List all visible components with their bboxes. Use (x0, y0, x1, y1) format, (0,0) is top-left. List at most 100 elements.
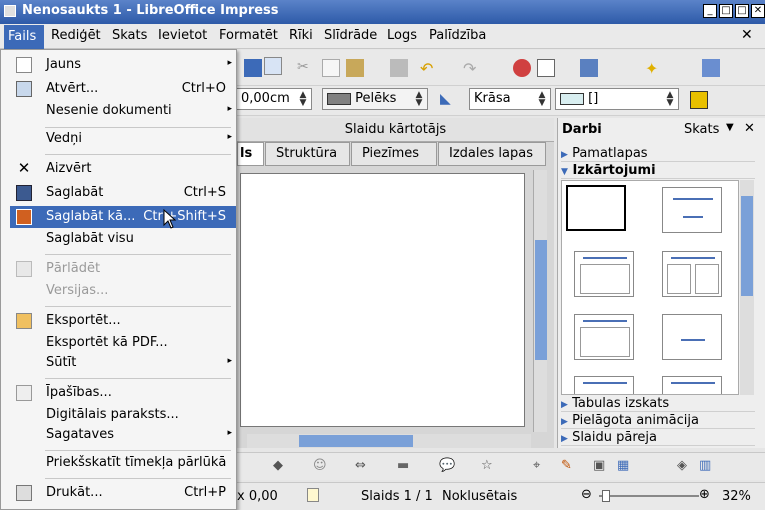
menu-item-export[interactable]: Eksportēt... (10, 310, 236, 332)
tab-normal[interactable]: ls (237, 142, 264, 166)
section-master-pages[interactable]: ▶ Pamatlapas (561, 146, 755, 162)
menu-item-save[interactable]: Saglabāt Ctrl+S (10, 182, 236, 204)
zoom-slider[interactable] (599, 490, 699, 502)
zoom-slider-handle[interactable] (602, 490, 610, 502)
undo-icon[interactable]: ↶ (420, 59, 438, 78)
area-fill-select[interactable]: [] ▲ ▼ (555, 88, 679, 110)
menu-slideshow[interactable]: Slīdrāde (324, 28, 377, 43)
chart-icon[interactable] (513, 59, 531, 77)
area-style-select[interactable]: Krāsa ▲ ▼ (469, 88, 551, 110)
menu-item-reload[interactable]: Pārlādēt (10, 258, 236, 280)
menu-format[interactable]: Formatēt (219, 28, 278, 43)
chevron-down-icon[interactable]: ▲ ▼ (664, 91, 676, 108)
callouts-icon[interactable]: 💬 (439, 458, 455, 473)
extrusion-icon[interactable]: ◈ (677, 458, 687, 473)
vertical-scrollbar[interactable] (533, 170, 547, 432)
menu-item-send[interactable]: Sūtīt ▸ (10, 352, 236, 374)
scroll-thumb[interactable] (535, 240, 547, 360)
layout-two-content[interactable] (662, 251, 722, 297)
slide-canvas[interactable] (240, 173, 525, 427)
menu-insert[interactable]: Ievietot (158, 28, 207, 43)
layout-scroll-thumb[interactable] (741, 196, 753, 296)
tab-notes[interactable]: Piezīmes (351, 142, 437, 166)
cut-icon[interactable]: ✂ (297, 59, 315, 77)
section-slide-transition[interactable]: ▶ Slaidu pāreja (561, 430, 755, 446)
menu-item-open[interactable]: Atvērt... Ctrl+O (10, 78, 236, 100)
view-dropdown-icon[interactable]: ▼ (726, 122, 734, 133)
fontwork-icon[interactable]: ▣ (593, 458, 605, 473)
block-arrows-icon[interactable]: ⇔ (355, 458, 366, 473)
shadow-icon[interactable] (690, 91, 708, 109)
zoom-in-icon[interactable]: ⊕ (699, 487, 710, 502)
layout-title-content[interactable] (662, 187, 722, 233)
clone-formatting-icon[interactable] (390, 59, 408, 77)
navigator-icon[interactable] (702, 59, 720, 77)
layout-blank[interactable] (566, 185, 626, 231)
layout-more-1[interactable] (574, 376, 634, 394)
menu-item-print[interactable]: Drukāt... Ctrl+P (10, 482, 236, 504)
layout-more-2[interactable] (662, 376, 722, 394)
chevron-down-icon[interactable]: ▲ ▼ (536, 91, 548, 108)
redo-icon[interactable]: ↷ (463, 59, 481, 78)
menu-item-properties[interactable]: Īpašības... (10, 382, 236, 404)
stars-icon[interactable]: ☆ (481, 458, 493, 473)
menu-edit[interactable]: Rediģēt (51, 28, 101, 43)
copy-icon[interactable] (322, 59, 340, 77)
menu-item-close[interactable]: ✕ Aizvērt (10, 158, 236, 180)
task-pane-view-menu[interactable]: Skats (684, 122, 719, 137)
chevron-down-icon[interactable]: ▲ ▼ (413, 91, 425, 108)
horizontal-scrollbar[interactable] (247, 434, 531, 448)
table-icon[interactable] (537, 59, 555, 77)
menu-item-digital-signature[interactable]: Digitālais paraksts... (10, 404, 236, 426)
menu-item-templates[interactable]: Sagataves ▸ (10, 424, 236, 446)
layout-title-only[interactable] (574, 314, 634, 360)
points-icon[interactable]: ⌖ (533, 458, 540, 473)
basic-shapes-icon[interactable]: ◆ (273, 458, 283, 473)
menu-item-web-preview[interactable]: Priekšskatīt tīmekļa pārlūkā (10, 452, 236, 474)
restore-button[interactable]: □ (719, 4, 733, 18)
line-width-field[interactable]: 0,00cm ▲ ▼ (236, 88, 312, 110)
maximize-button[interactable]: □ (735, 4, 749, 18)
close-pane-icon[interactable]: ✕ (744, 121, 755, 136)
hscroll-thumb[interactable] (299, 435, 413, 447)
align-icon[interactable]: ▥ (699, 458, 711, 473)
tab-handout[interactable]: Izdales lapas (438, 142, 546, 166)
section-table-design[interactable]: ▶ Tabulas izskats (561, 396, 755, 412)
menu-window[interactable]: Logs (387, 28, 417, 43)
line-color-select[interactable]: Pelēks ▲ ▼ (322, 88, 428, 110)
close-document-icon[interactable]: ✕ (741, 27, 753, 43)
layout-scrollbar[interactable] (740, 180, 754, 395)
gallery-icon[interactable]: ✦ (645, 59, 663, 78)
glue-points-icon[interactable]: ✎ (561, 458, 572, 473)
menu-item-export-pdf[interactable]: Eksportēt kā PDF... (10, 332, 236, 354)
properties-icon (16, 385, 32, 401)
from-file-icon[interactable]: ▦ (617, 458, 629, 473)
layout-centered-text[interactable] (662, 314, 722, 360)
flowchart-icon[interactable]: ▬ (397, 458, 409, 473)
paste-icon[interactable] (346, 59, 364, 77)
section-custom-animation[interactable]: ▶ Pielāgota animācija (561, 413, 755, 429)
zoom-out-icon[interactable]: ⊖ (581, 487, 592, 502)
autospellcheck-icon[interactable] (264, 57, 282, 75)
tab-outline[interactable]: Struktūra (265, 142, 350, 166)
area-icon[interactable]: ◣ (440, 91, 458, 109)
spellcheck-icon[interactable] (244, 59, 262, 77)
menu-help[interactable]: Palīdzība (429, 28, 486, 43)
menu-item-wizards[interactable]: Vedņi ▸ (10, 128, 236, 150)
menu-item-save-as[interactable]: Saglabāt kā... Ctrl+Shift+S (10, 206, 236, 228)
menu-view[interactable]: Skats (112, 28, 147, 43)
minimize-button[interactable]: _ (703, 4, 717, 18)
window-menu-icon[interactable] (4, 5, 16, 17)
menu-item-recent[interactable]: Nesenie dokumenti ▸ (10, 100, 236, 122)
display-grid-icon[interactable] (580, 59, 598, 77)
menu-item-versions[interactable]: Versijas... (10, 280, 236, 302)
menu-tools[interactable]: Rīki (289, 28, 313, 43)
layout-title-text[interactable] (574, 251, 634, 297)
section-layouts[interactable]: ▼ Izkārtojumi (561, 163, 755, 179)
symbol-shapes-icon[interactable]: ☺ (313, 458, 327, 473)
close-window-button[interactable]: ✕ (751, 4, 765, 18)
menu-file[interactable]: Fails (4, 25, 44, 49)
menu-item-new[interactable]: Jauns ▸ (10, 54, 236, 76)
spin-icon[interactable]: ▲ ▼ (297, 91, 309, 108)
menu-item-save-all[interactable]: Saglabāt visu (10, 228, 236, 250)
